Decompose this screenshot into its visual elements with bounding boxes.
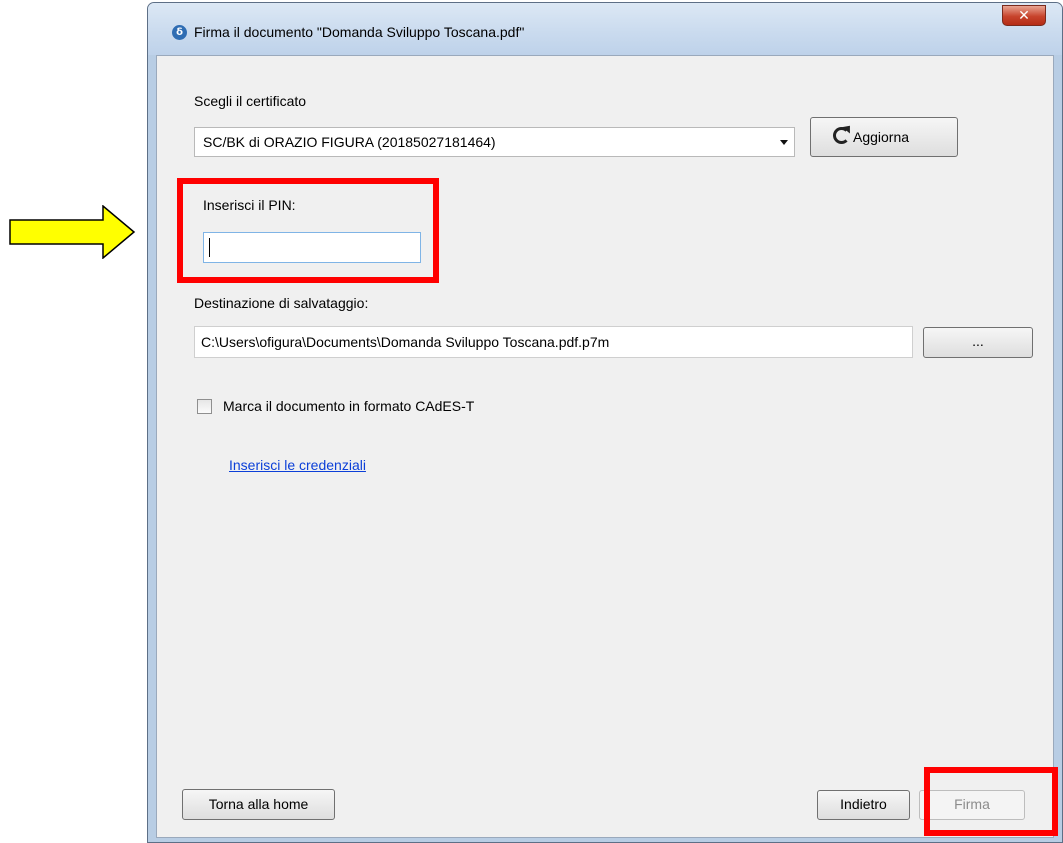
certificate-selected: SC/BK di ORAZIO FIGURA (20185027181464) bbox=[203, 134, 496, 150]
refresh-icon bbox=[833, 127, 850, 144]
credentials-link[interactable]: Inserisci le credenziali bbox=[229, 457, 366, 473]
sign-highlight-box bbox=[924, 767, 1058, 836]
title-bar[interactable]: δ Firma il documento "Domanda Sviluppo T… bbox=[148, 3, 1062, 55]
certificate-label: Scegli il certificato bbox=[194, 93, 307, 109]
dialog-body: Scegli il certificato SC/BK di ORAZIO FI… bbox=[156, 55, 1054, 838]
cades-checkbox[interactable] bbox=[197, 399, 212, 414]
browse-button[interactable]: ... bbox=[923, 327, 1033, 358]
close-button[interactable]: ✕ bbox=[1002, 5, 1046, 26]
pointer-arrow-icon bbox=[9, 205, 136, 259]
window-title: Firma il documento "Domanda Sviluppo Tos… bbox=[194, 24, 525, 40]
destination-path-value: C:\Users\ofigura\Documents\Domanda Svilu… bbox=[201, 334, 610, 350]
destination-label: Destinazione di salvataggio: bbox=[194, 295, 369, 311]
refresh-button[interactable]: Aggiorna bbox=[810, 117, 958, 157]
chevron-down-icon[interactable] bbox=[780, 140, 788, 145]
back-button[interactable]: Indietro bbox=[817, 790, 910, 820]
refresh-label: Aggiorna bbox=[853, 129, 910, 145]
sign-dialog: δ Firma il documento "Domanda Sviluppo T… bbox=[147, 2, 1063, 843]
certificate-select[interactable]: SC/BK di ORAZIO FIGURA (20185027181464) bbox=[194, 127, 795, 157]
app-icon: δ bbox=[172, 25, 187, 40]
destination-path-field[interactable]: C:\Users\ofigura\Documents\Domanda Svilu… bbox=[194, 326, 913, 358]
home-button[interactable]: Torna alla home bbox=[182, 789, 335, 820]
cades-label: Marca il documento in formato CAdES-T bbox=[223, 398, 475, 414]
pin-highlight-box bbox=[177, 178, 439, 283]
